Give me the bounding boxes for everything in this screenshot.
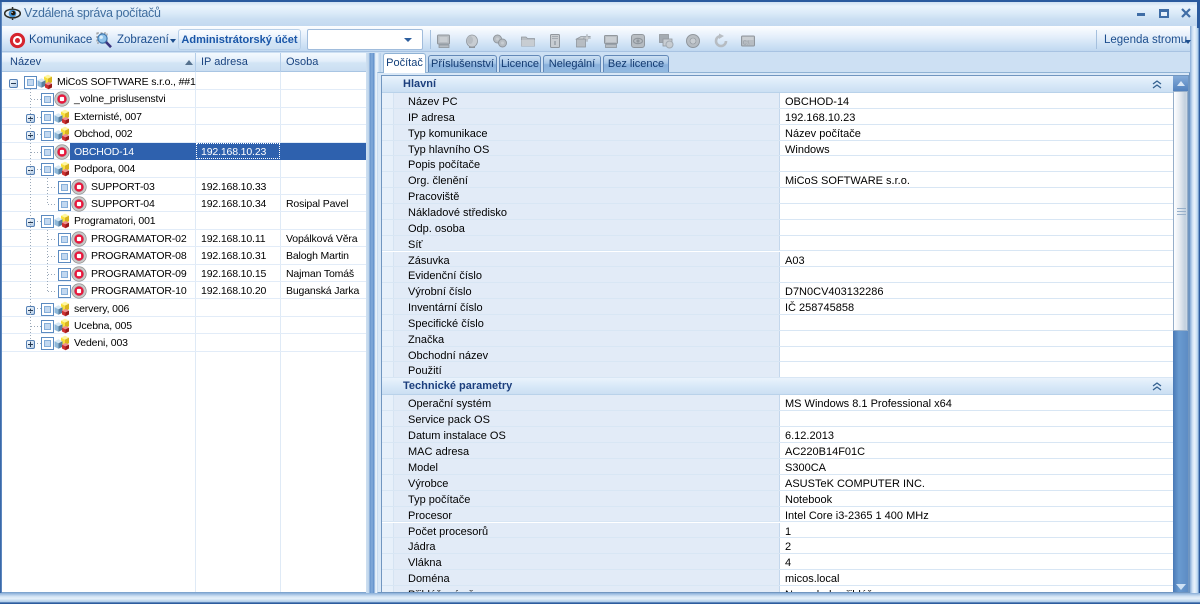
svg-text:C:\: C:\ bbox=[743, 41, 750, 47]
